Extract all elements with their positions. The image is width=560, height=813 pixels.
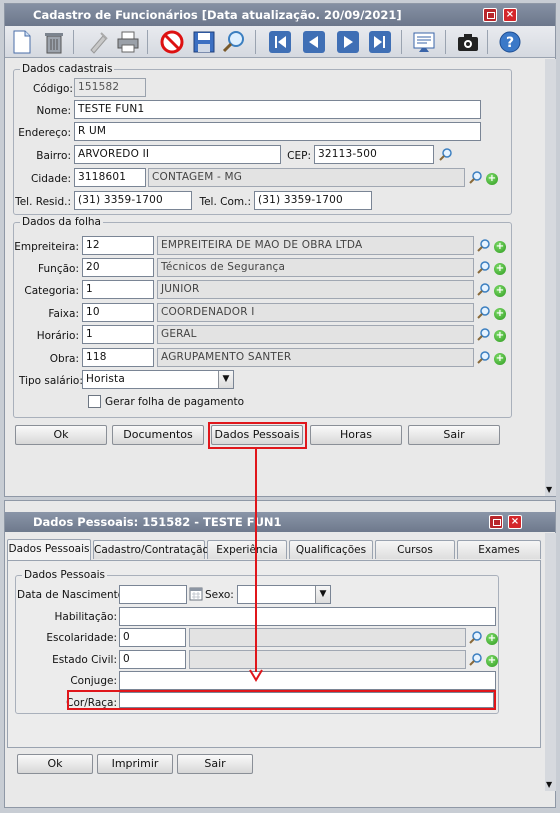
highlight-arrow — [249, 448, 263, 682]
